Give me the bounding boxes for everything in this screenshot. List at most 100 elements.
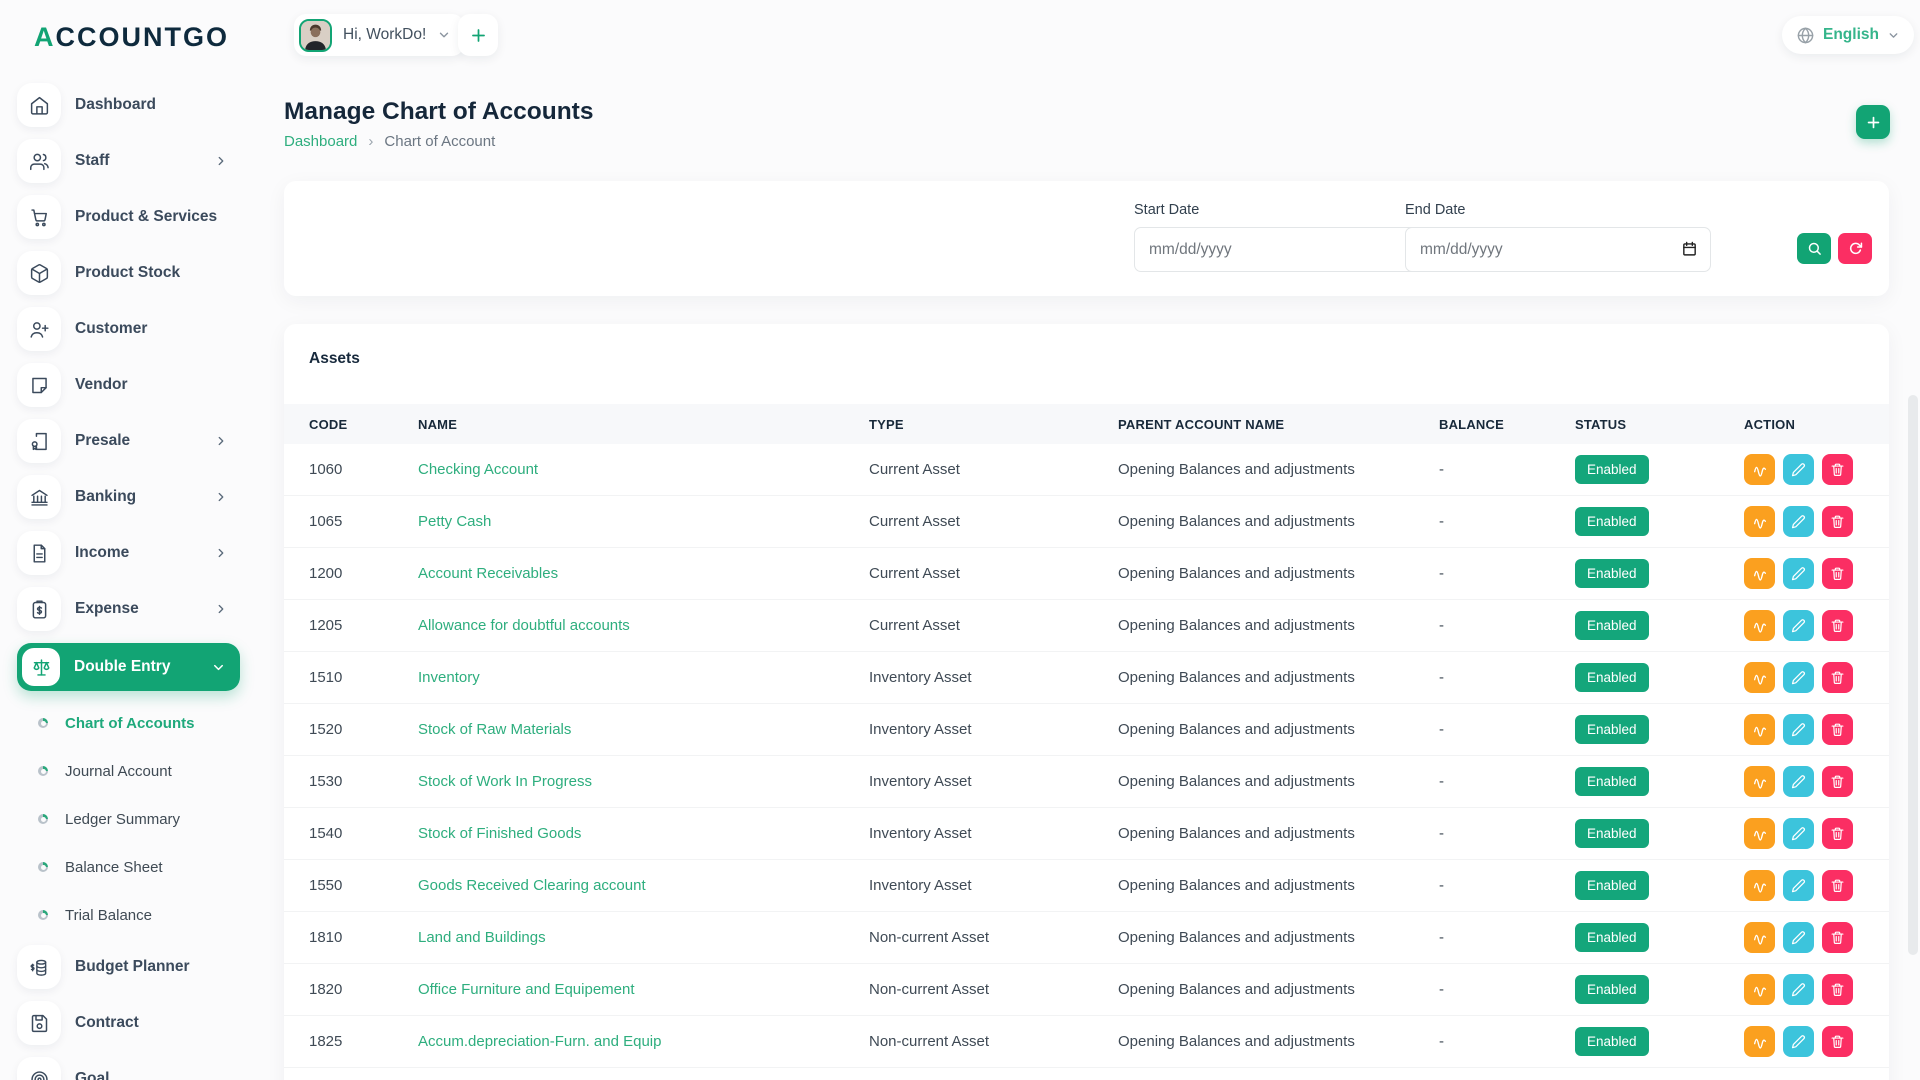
activity-button[interactable]	[1744, 506, 1775, 537]
user-menu[interactable]: Hi, WorkDo!	[294, 14, 465, 56]
avatar	[299, 18, 332, 52]
activity-button[interactable]	[1744, 818, 1775, 849]
scrollbar[interactable]	[1908, 395, 1918, 955]
edit-button[interactable]	[1783, 714, 1814, 745]
account-name-link[interactable]: Goods Received Clearing account	[418, 877, 646, 894]
edit-button[interactable]	[1783, 558, 1814, 589]
sidebar-item-product-services[interactable]: Product & Services	[17, 195, 256, 239]
activity-button[interactable]	[1744, 1026, 1775, 1057]
delete-button[interactable]	[1822, 662, 1853, 693]
delete-button[interactable]	[1822, 922, 1853, 953]
sidebar-item-staff[interactable]: Staff	[17, 139, 256, 183]
sidebar-item-balance-sheet[interactable]: Balance Sheet	[17, 843, 256, 891]
activity-icon	[1753, 882, 1766, 893]
sidebar-item-chart-of-accounts[interactable]: Chart of Accounts	[17, 699, 256, 747]
breadcrumb-separator: ›	[368, 133, 374, 150]
edit-button[interactable]	[1783, 662, 1814, 693]
balance-cell: -	[1439, 1016, 1575, 1068]
activity-button[interactable]	[1744, 454, 1775, 485]
sidebar-item-trial-balance[interactable]: Trial Balance	[17, 891, 256, 939]
delete-button[interactable]	[1822, 610, 1853, 641]
sidebar-item-income[interactable]: Income	[17, 531, 256, 575]
type-cell: Inventory Asset	[869, 756, 1118, 808]
sidebar-item-customer[interactable]: Customer	[17, 307, 256, 351]
sidebar-item-budget-planner[interactable]: Budget Planner	[17, 945, 256, 989]
trash-icon	[1831, 1035, 1844, 1048]
table-row: 1820 Office Furniture and Equipement Non…	[284, 964, 1889, 1016]
sidebar-item-vendor[interactable]: Vendor	[17, 363, 256, 407]
balance-cell: -	[1439, 964, 1575, 1016]
sidebar-item-dashboard[interactable]: Dashboard	[17, 83, 256, 127]
sidebar-item-contract[interactable]: Contract	[17, 1001, 256, 1045]
activity-button[interactable]	[1744, 974, 1775, 1005]
user-greeting: Hi, WorkDo!	[343, 26, 427, 43]
edit-button[interactable]	[1783, 610, 1814, 641]
edit-button[interactable]	[1783, 818, 1814, 849]
account-name-link[interactable]: Land and Buildings	[418, 929, 546, 946]
edit-button[interactable]	[1783, 974, 1814, 1005]
account-name-link[interactable]: Office Furniture and Equipement	[418, 981, 635, 998]
sidebar-item-presale[interactable]: Presale	[17, 419, 256, 463]
sidebar-item-ledger-summary[interactable]: Ledger Summary	[17, 795, 256, 843]
account-name-link[interactable]: Checking Account	[418, 461, 538, 478]
activity-button[interactable]	[1744, 662, 1775, 693]
sidebar-item-double-entry[interactable]: Double Entry	[17, 643, 240, 691]
sidebar-item-goal[interactable]: Goal	[17, 1057, 256, 1080]
col-code: CODE	[284, 404, 418, 444]
edit-button[interactable]	[1783, 766, 1814, 797]
account-name-link[interactable]: Accum.depreciation-Furn. and Equip	[418, 1033, 661, 1050]
delete-button[interactable]	[1822, 714, 1853, 745]
account-name-link[interactable]: Petty Cash	[418, 513, 491, 530]
balance-cell: -	[1439, 912, 1575, 964]
search-button[interactable]	[1797, 233, 1831, 264]
activity-button[interactable]	[1744, 558, 1775, 589]
sidebar-item-journal-account[interactable]: Journal Account	[17, 747, 256, 795]
sidebar-item-banking[interactable]: Banking	[17, 475, 256, 519]
activity-button[interactable]	[1744, 714, 1775, 745]
reset-button[interactable]	[1838, 233, 1872, 264]
pencil-icon	[1791, 723, 1805, 737]
delete-button[interactable]	[1822, 766, 1853, 797]
activity-icon	[1753, 466, 1766, 477]
status-badge: Enabled	[1575, 819, 1649, 848]
edit-button[interactable]	[1783, 922, 1814, 953]
edit-button[interactable]	[1783, 454, 1814, 485]
edit-button[interactable]	[1783, 870, 1814, 901]
app-logo[interactable]: ACCOUNTGO	[34, 22, 229, 53]
delete-button[interactable]	[1822, 1026, 1853, 1057]
code-cell: 1825	[284, 1016, 418, 1068]
breadcrumb-current: Chart of Account	[384, 133, 496, 150]
delete-button[interactable]	[1822, 454, 1853, 485]
edit-button[interactable]	[1783, 506, 1814, 537]
account-name-link[interactable]: Account Receivables	[418, 565, 558, 582]
end-date-input[interactable]	[1405, 227, 1711, 272]
add-account-button[interactable]	[1856, 105, 1890, 139]
sidebar-item-expense[interactable]: Expense	[17, 587, 256, 631]
delete-button[interactable]	[1822, 974, 1853, 1005]
activity-button[interactable]	[1744, 922, 1775, 953]
activity-button[interactable]	[1744, 610, 1775, 641]
activity-icon	[1753, 778, 1766, 789]
plus-icon	[471, 28, 485, 42]
breadcrumb-dashboard[interactable]: Dashboard	[284, 133, 357, 150]
delete-button[interactable]	[1822, 506, 1853, 537]
account-name-link[interactable]: Stock of Finished Goods	[418, 825, 581, 842]
start-date-input[interactable]	[1134, 227, 1440, 272]
parent-cell: Opening Balances and adjustments	[1118, 756, 1439, 808]
delete-button[interactable]	[1822, 818, 1853, 849]
bullet-icon	[38, 862, 48, 872]
language-selector[interactable]: English	[1782, 16, 1914, 54]
add-workspace-button[interactable]	[458, 14, 498, 56]
delete-button[interactable]	[1822, 870, 1853, 901]
account-name-link[interactable]: Inventory	[418, 669, 480, 686]
account-name-link[interactable]: Stock of Work In Progress	[418, 773, 592, 790]
account-name-link[interactable]: Stock of Raw Materials	[418, 721, 571, 738]
type-cell: Inventory Asset	[869, 860, 1118, 912]
delete-button[interactable]	[1822, 558, 1853, 589]
activity-button[interactable]	[1744, 766, 1775, 797]
balance-cell: -	[1439, 652, 1575, 704]
edit-button[interactable]	[1783, 1026, 1814, 1057]
account-name-link[interactable]: Allowance for doubtful accounts	[418, 617, 630, 634]
sidebar-item-product-stock[interactable]: Product Stock	[17, 251, 256, 295]
activity-button[interactable]	[1744, 870, 1775, 901]
